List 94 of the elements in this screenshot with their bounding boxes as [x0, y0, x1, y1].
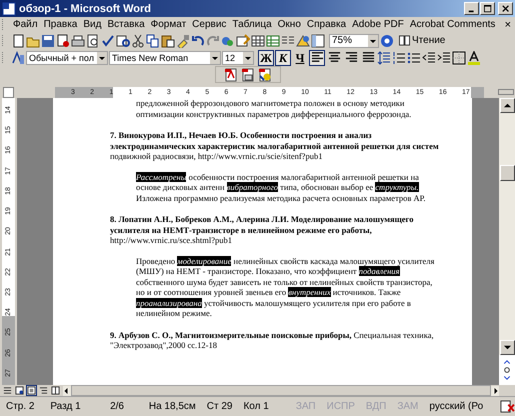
drawing-icon[interactable]	[296, 34, 310, 48]
font-dropdown[interactable]: Times New Roman	[109, 50, 221, 64]
book-icon	[399, 35, 410, 46]
spelling-icon[interactable]	[101, 34, 115, 48]
window-title: обзор-1 - Microsoft Word	[19, 2, 152, 14]
font-size-dropdown[interactable]: 12	[222, 50, 254, 64]
print-preview-icon[interactable]	[86, 34, 100, 48]
close-icon	[502, 4, 510, 12]
format-button[interactable]: Ч	[292, 50, 308, 66]
cut-icon[interactable]	[131, 34, 145, 48]
document-map-icon[interactable]	[311, 34, 325, 48]
decrease-indent-icon[interactable]	[422, 50, 436, 64]
close-document-button[interactable]: ×	[502, 18, 515, 30]
permission-icon[interactable]	[56, 34, 70, 48]
menu-item[interactable]: Adobe PDF	[349, 19, 407, 30]
abstract-paragraph: Рассмотрены особенности построения малогабаритной антенной решетки на основе дисковых антенн вибраторного типа, обоснован выбор ее структуры. Изложена программно реализуемая методика расчета основных параметров АР.	[136, 172, 426, 203]
menu-item[interactable]: Таблица	[229, 19, 275, 30]
abstract-line: предложенной феррозондового магнитометра положен в основу методики	[136, 98, 406, 108]
reference-entry: 7. Винокурова И.П., Нечаев Ю.Б. Особенности построения и анализ электродинамических характеристик малогабаритной антенной решетки для систем подвижной радиосвязи, http://www.vrnic.ru/scie/sitenf?pub1	[110, 130, 440, 162]
web-layout-icon[interactable]	[14, 385, 25, 396]
research-icon[interactable]	[116, 34, 130, 48]
reading-view-icon[interactable]	[50, 385, 61, 396]
status-item: Ст 29	[206, 401, 234, 412]
pdf-email-icon[interactable]	[240, 68, 254, 82]
undo-icon[interactable]	[191, 34, 205, 48]
scroll-right-icon[interactable]	[493, 388, 499, 394]
pdf-review-icon[interactable]	[258, 68, 272, 82]
menu-item[interactable]: Справка	[304, 19, 350, 30]
increase-indent-icon[interactable]	[437, 50, 451, 64]
border-icon[interactable]	[452, 50, 466, 64]
spelling-status-icon	[500, 400, 515, 413]
scroll-down-icon[interactable]	[504, 344, 510, 351]
menu-item[interactable]: Вставка	[104, 19, 148, 30]
numbering-icon[interactable]	[392, 50, 406, 64]
status-item: Стр. 2	[5, 401, 36, 412]
document-icon	[2, 2, 16, 16]
new-document-icon[interactable]	[11, 34, 25, 48]
scroll-up-icon[interactable]	[504, 102, 510, 109]
pdf-convert-icon[interactable]	[224, 68, 238, 82]
help-icon[interactable]	[380, 34, 394, 48]
status-item: 2/6	[109, 401, 125, 412]
menu-item[interactable]: Формат	[148, 19, 190, 30]
tab-selector[interactable]	[3, 86, 14, 98]
spreadsheet-icon[interactable]	[266, 34, 280, 48]
print-layout-icon[interactable]	[26, 385, 37, 396]
close-button[interactable]	[498, 2, 513, 15]
vertical-scrollbar[interactable]	[499, 98, 515, 385]
status-item: Кол 1	[242, 401, 270, 412]
status-item: ЗАМ	[396, 401, 420, 412]
font-color-icon[interactable]	[467, 50, 481, 64]
bullets-icon[interactable]	[407, 50, 421, 64]
menu-item[interactable]: Файл	[10, 19, 41, 30]
brush-icon[interactable]	[176, 34, 190, 48]
tables-borders-icon[interactable]	[236, 34, 250, 48]
paste-icon[interactable]	[161, 34, 175, 48]
abstract-line: оптимизации конструктивных параметров дифференциального феррозонда.	[136, 108, 412, 119]
scroll-left-icon[interactable]	[63, 388, 69, 394]
save-icon[interactable]	[41, 34, 55, 48]
menu-item[interactable]: Окно	[274, 19, 304, 30]
format-button[interactable]: К	[275, 50, 291, 66]
menu-item[interactable]: Вид	[80, 19, 104, 30]
print-icon[interactable]	[71, 34, 85, 48]
style-dropdown[interactable]: Обычный + пол	[26, 50, 108, 64]
abstract-paragraph: Проведено моделирование нелинейных свойств каскада малошумящего усилителя (МШУ) на НЕМТ - транзисторе. Показано, что коэффициент подавления собственного шума будет зависеть не только от нелинейных свойств транзистора, но и от соотношения уровней звеньев его внутренних источников. Также проанализирована устойчивость малошумящего усилителя при его работе в нелинейном режиме.	[136, 256, 436, 318]
toolbar-grip[interactable]	[2, 52, 6, 63]
copy-icon[interactable]	[146, 34, 160, 48]
scroll-thumb[interactable]	[500, 165, 514, 181]
toolbar-grip[interactable]	[2, 19, 6, 30]
toolbar-grip[interactable]	[2, 35, 6, 46]
maximize-button[interactable]	[480, 2, 495, 15]
status-item: русский (Ро	[428, 401, 484, 412]
status-item: Разд 1	[49, 401, 82, 412]
maximize-icon	[484, 4, 492, 12]
status-item: ЗАП	[294, 401, 317, 412]
minimize-button[interactable]	[464, 2, 479, 15]
menu-item[interactable]: Сервис	[189, 19, 230, 30]
status-item: ИСПР	[326, 401, 356, 412]
format-button[interactable]: Ж	[258, 50, 274, 66]
align-left-button[interactable]	[309, 50, 325, 66]
browse-object-icon[interactable]	[503, 359, 511, 381]
styles-icon[interactable]	[11, 50, 25, 64]
reference-entry: 8. Лопатин А.Н., Бобреков А.М., Алерина Л.И. Моделирование малошумящего усилителя на НЕМТ-транзисторе в нелинейном режиме его работы, http://www.vrnic.ru/sce.shtml?pub1	[110, 214, 414, 246]
normal-view-icon[interactable]	[2, 385, 13, 396]
reading-button[interactable]: Чтение	[399, 35, 446, 46]
status-item: На 18,5см	[148, 401, 197, 412]
reference-entry: 9. Арбузов С. О., Магнитоизмерительные поисковые приборы, Специальная техника, "Электрозавод",2000 сс.12-18	[110, 330, 435, 350]
table-icon[interactable]	[251, 34, 265, 48]
menu-item[interactable]: Acrobat Comments	[406, 19, 498, 30]
menu-item[interactable]: Правка	[40, 19, 80, 30]
horizontal-scrollbar[interactable]	[63, 386, 499, 396]
status-item: ВДП	[364, 401, 388, 412]
zoom-dropdown[interactable]: 75%	[329, 34, 379, 48]
outline-view-icon[interactable]	[38, 385, 49, 396]
line-spacing-icon[interactable]	[377, 50, 391, 64]
